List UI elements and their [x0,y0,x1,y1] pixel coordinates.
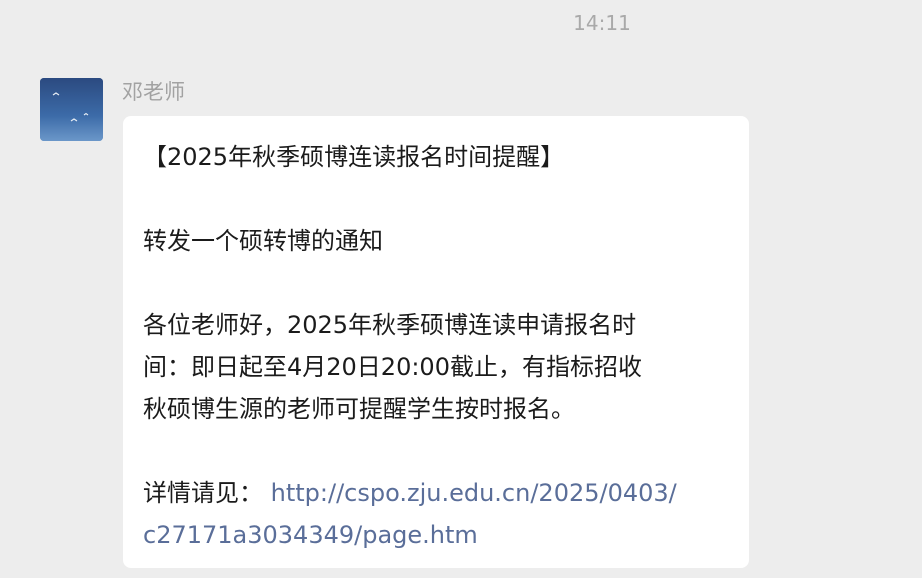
message-body-line: 间：即日起至4月20日20:00截止，有指标招收 [143,353,642,381]
details-line: 详情请见： http://cspo.zju.edu.cn/2025/0403/ [143,472,731,514]
message-intro: 转发一个硕转博的通知 [143,227,383,255]
details-line-continued: c27171a3034349/page.htm [143,514,731,556]
chat-window: 14:11 邓老师 【2025年秋季硕博连读报名时间提醒】 转发一个硕转博的通知… [0,0,922,578]
message-title: 【2025年秋季硕博连读报名时间提醒】 [143,143,565,171]
message-body-line: 秋硕博生源的老师可提醒学生按时报名。 [143,395,575,423]
notice-link-part1[interactable]: http://cspo.zju.edu.cn/2025/0403/ [271,479,677,507]
sender-name: 邓老师 [122,80,185,104]
message-bubble[interactable]: 【2025年秋季硕博连读报名时间提醒】 转发一个硕转博的通知 各位老师好，202… [123,116,749,568]
message-timestamp: 14:11 [573,11,631,35]
sender-avatar[interactable] [40,78,103,141]
message-body-line: 各位老师好，2025年秋季硕博连读申请报名时 [143,311,637,339]
notice-link-part2[interactable]: c27171a3034349/page.htm [143,521,478,549]
details-label: 详情请见： [143,479,263,507]
sky-with-birds-avatar-icon [40,78,103,141]
